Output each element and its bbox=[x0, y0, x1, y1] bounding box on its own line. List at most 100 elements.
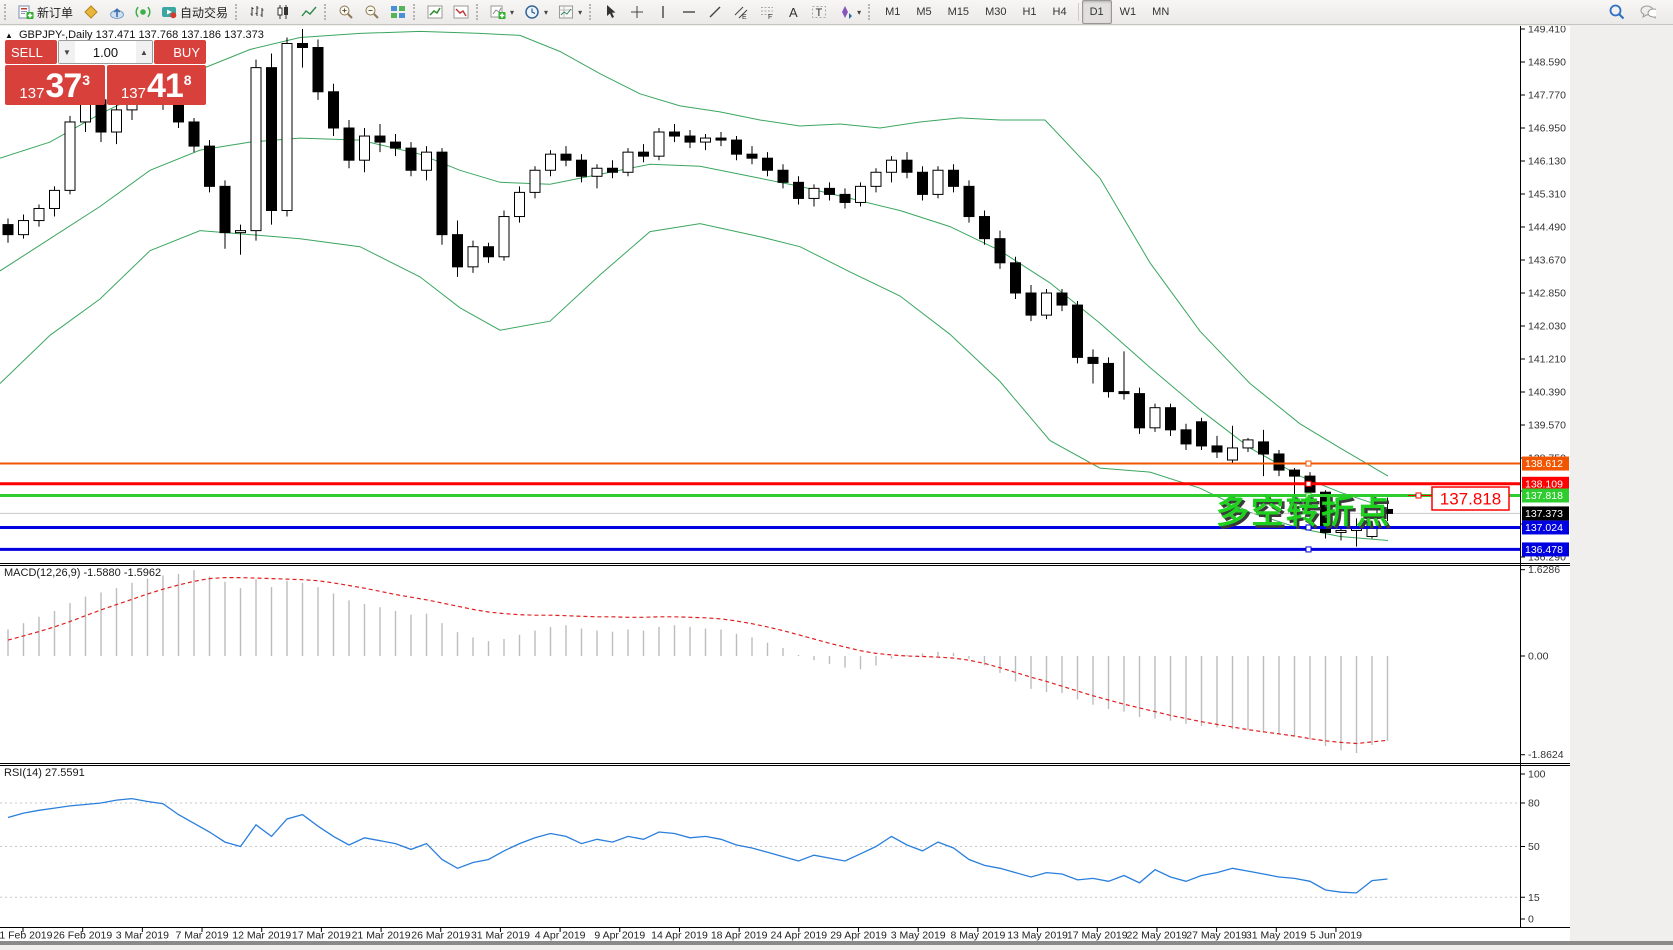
candle-bull bbox=[809, 188, 819, 198]
caret-down-icon: ▼ bbox=[63, 48, 71, 57]
level-handle bbox=[1306, 461, 1311, 466]
date-tick-label: 26 Mar 2019 bbox=[411, 930, 470, 942]
candle-bear bbox=[825, 188, 835, 194]
zoom-in-button[interactable] bbox=[333, 0, 359, 24]
toolbar-grip[interactable] bbox=[235, 4, 240, 20]
timeframe-m15[interactable]: M15 bbox=[940, 0, 977, 24]
timeframe-m1[interactable]: M1 bbox=[877, 0, 908, 24]
timeframe-w1[interactable]: W1 bbox=[1112, 0, 1145, 24]
level-price-tag-text: 136.478 bbox=[1525, 544, 1563, 556]
date-tick-label: 24 Apr 2019 bbox=[771, 930, 828, 942]
sell-price[interactable]: 137373 bbox=[5, 65, 105, 105]
date-tick-label: 3 Mar 2019 bbox=[116, 930, 169, 942]
equidistant-channel-button[interactable]: E bbox=[728, 0, 754, 24]
svg-text:T: T bbox=[816, 7, 823, 19]
date-tick-label: 21 Feb 2019 bbox=[0, 930, 53, 942]
candle-bull bbox=[19, 221, 29, 235]
svg-text:F: F bbox=[768, 14, 772, 20]
button-label: M15 bbox=[948, 6, 969, 18]
cursor-button[interactable] bbox=[598, 0, 624, 24]
price-tick-label: 142.850 bbox=[1528, 288, 1566, 300]
chat-button[interactable] bbox=[1635, 0, 1661, 24]
indicator-window-button[interactable] bbox=[422, 0, 448, 24]
search-button[interactable] bbox=[1603, 0, 1629, 24]
candle-bear bbox=[375, 136, 385, 142]
periods-menu-button[interactable]: ▾ bbox=[519, 0, 553, 24]
candle-bull bbox=[251, 68, 261, 231]
trendline-button[interactable] bbox=[702, 0, 728, 24]
rsi-label: RSI(14) 27.5591 bbox=[4, 767, 85, 779]
tile-windows-button[interactable] bbox=[385, 0, 411, 24]
candle-bull bbox=[871, 172, 881, 186]
timeframe-m30[interactable]: M30 bbox=[977, 0, 1014, 24]
zoom-out-button[interactable] bbox=[359, 0, 385, 24]
new-order-button[interactable]: 新订单 bbox=[13, 0, 78, 24]
horizontal-line-button[interactable] bbox=[676, 0, 702, 24]
timeframe-m5[interactable]: M5 bbox=[908, 0, 939, 24]
signals-button[interactable] bbox=[130, 0, 156, 24]
new-chart-icon bbox=[490, 4, 506, 20]
timeframe-h1[interactable]: H1 bbox=[1014, 0, 1044, 24]
macd-tick-label: 1.6286 bbox=[1528, 564, 1560, 576]
bar-chart-button[interactable] bbox=[244, 0, 270, 24]
candle-bear bbox=[1073, 305, 1083, 357]
fibonacci-button[interactable]: F bbox=[754, 0, 780, 24]
sell-button[interactable]: SELL bbox=[5, 40, 57, 64]
vertical-line-button[interactable] bbox=[650, 0, 676, 24]
toolbar-grip[interactable] bbox=[413, 4, 418, 20]
candle-bear bbox=[716, 138, 726, 140]
text-label-button[interactable]: T bbox=[806, 0, 832, 24]
date-tick-label: 21 Mar 2019 bbox=[352, 930, 411, 942]
indicator-window-remove-button[interactable] bbox=[448, 0, 474, 24]
templates-button[interactable]: ▾ bbox=[553, 0, 587, 24]
line-chart-button[interactable] bbox=[296, 0, 322, 24]
volume-stepper: ▼ ▲ bbox=[58, 40, 153, 64]
candle-bear bbox=[670, 132, 680, 136]
chart-window: ▲ GBPJPY-,Daily 137.471 137.768 137.186 … bbox=[0, 26, 1673, 945]
timeframe-h4[interactable]: H4 bbox=[1045, 0, 1075, 24]
toolbar: 新订单自动交易▾▾▾EFAT▾M1M5M15M30H1H4D1W1MN bbox=[0, 0, 1673, 25]
candle-bull bbox=[499, 217, 509, 257]
candle-bull bbox=[112, 110, 122, 132]
volume-increase-button[interactable]: ▲ bbox=[136, 41, 152, 63]
text-button[interactable]: A bbox=[780, 0, 806, 24]
toolbar-grip[interactable] bbox=[868, 4, 873, 20]
history-center-button[interactable] bbox=[78, 0, 104, 24]
candle-bear bbox=[1135, 394, 1145, 428]
candle-bear bbox=[918, 172, 928, 194]
buy-price[interactable]: 137418 bbox=[107, 65, 207, 105]
candle-bull bbox=[360, 136, 370, 160]
arrows-button[interactable]: ▾ bbox=[832, 0, 866, 24]
search-icon bbox=[1608, 4, 1624, 20]
toolbar-grip[interactable] bbox=[324, 4, 329, 20]
date-tick-label: 29 Apr 2019 bbox=[830, 930, 887, 942]
candle-bull bbox=[530, 170, 540, 192]
toolbar-grip[interactable] bbox=[4, 4, 9, 20]
chart-canvas[interactable]: 多空转折点多空转折点137.818149.410148.590147.77014… bbox=[0, 26, 1673, 945]
volume-decrease-button[interactable]: ▼ bbox=[59, 41, 75, 63]
button-label: 新订单 bbox=[37, 4, 73, 21]
toolbar-grip[interactable] bbox=[476, 4, 481, 20]
candle-bear bbox=[391, 142, 401, 148]
time-axis[interactable]: 21 Feb 201926 Feb 20193 Mar 20197 Mar 20… bbox=[0, 927, 1570, 942]
toolbar-grip[interactable] bbox=[589, 4, 594, 20]
zoom-in-icon bbox=[338, 4, 354, 20]
candle-bear bbox=[1274, 454, 1284, 470]
collapse-panel-icon[interactable]: ▲ bbox=[5, 31, 13, 40]
buy-button[interactable]: BUY bbox=[154, 40, 206, 64]
new-chart-button[interactable]: ▾ bbox=[485, 0, 519, 24]
crosshair-button[interactable] bbox=[624, 0, 650, 24]
volume-input[interactable] bbox=[75, 41, 136, 63]
candle-bear bbox=[561, 154, 571, 160]
candle-bull bbox=[468, 247, 478, 267]
candle-bear bbox=[1259, 442, 1269, 454]
candlestick-chart-button[interactable] bbox=[270, 0, 296, 24]
channel-icon: E bbox=[733, 4, 749, 20]
autotrading-button[interactable]: 自动交易 bbox=[156, 0, 233, 24]
timeframe-mn[interactable]: MN bbox=[1144, 0, 1177, 24]
candle-bear bbox=[995, 239, 1005, 263]
annotation-text[interactable]: 多空转折点 bbox=[1216, 493, 1391, 530]
candle-bear bbox=[329, 92, 339, 128]
publish-button[interactable] bbox=[104, 0, 130, 24]
timeframe-d1[interactable]: D1 bbox=[1082, 0, 1112, 24]
